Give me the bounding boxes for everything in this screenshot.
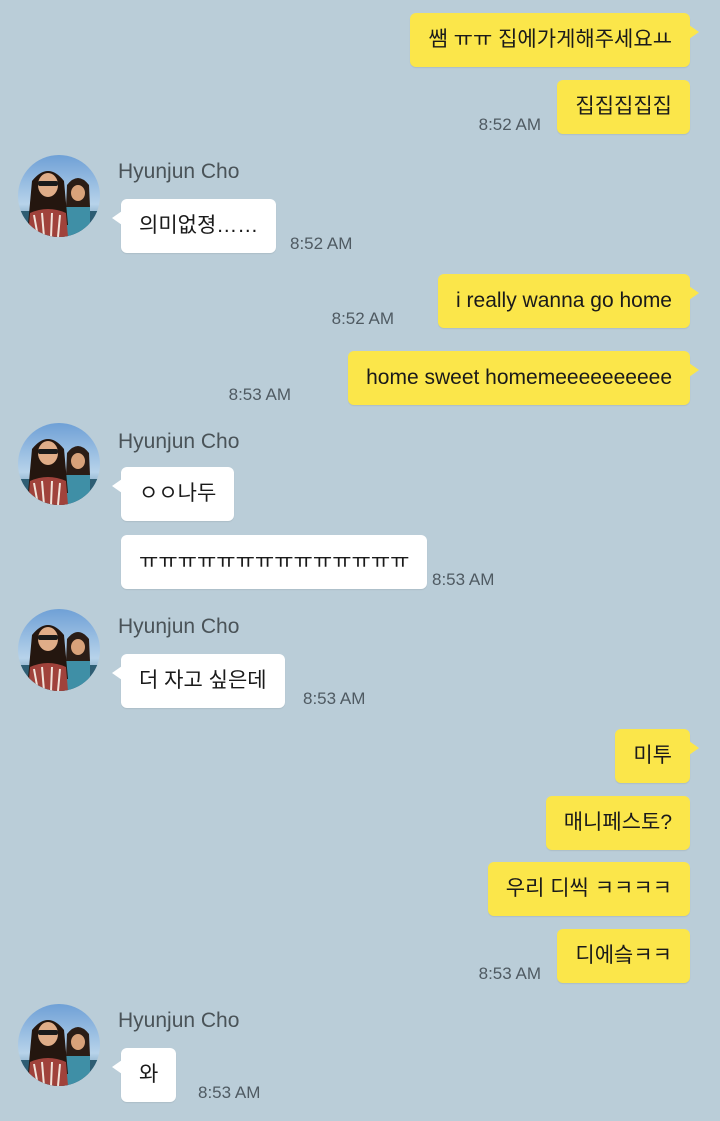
message-bubble-received[interactable]: ㅇㅇ나두	[111, 467, 235, 521]
message-bubble-sent[interactable]: 쌤 ㅠㅠ 집에가게해주세요ㅛ	[410, 13, 699, 67]
message-bubble-sent[interactable]: 미투	[615, 729, 699, 783]
message-timestamp: 8:53 AM	[198, 1083, 261, 1102]
message-timestamp: 8:53 AM	[228, 385, 291, 404]
profile-photo-icon	[18, 155, 100, 237]
message-bubble-sent[interactable]: i really wanna go home	[438, 274, 699, 328]
message-timestamp: 8:52 AM	[290, 234, 353, 253]
sender-name: Hyunjun Cho	[118, 1009, 240, 1032]
profile-photo-icon	[18, 1004, 100, 1086]
contact-avatar[interactable]	[18, 423, 100, 505]
message-bubble-sent[interactable]: 우리 디씩 ㅋㅋㅋㅋ	[487, 862, 690, 916]
message-timestamp: 8:52 AM	[478, 115, 541, 134]
contact-avatar[interactable]	[18, 155, 100, 237]
message-bubble-received[interactable]: 와	[111, 1048, 177, 1102]
message-bubble-received[interactable]: ㅠㅠㅠㅠㅠㅠㅠㅠㅠㅠㅠㅠㅠㅠ	[121, 535, 428, 589]
message-bubble-sent[interactable]: home sweet homemeeeeeeeeee	[348, 351, 699, 405]
message-timestamp: 8:53 AM	[432, 570, 495, 589]
sender-name: Hyunjun Cho	[118, 160, 240, 183]
contact-avatar[interactable]	[18, 1004, 100, 1086]
sender-name: Hyunjun Cho	[118, 615, 240, 638]
profile-photo-icon	[18, 609, 100, 691]
profile-photo-icon	[18, 423, 100, 505]
message-timestamp: 8:53 AM	[303, 689, 366, 708]
message-bubble-sent[interactable]: 디에슼ㅋㅋ	[557, 929, 690, 983]
sender-name: Hyunjun Cho	[118, 430, 240, 453]
contact-avatar[interactable]	[18, 609, 100, 691]
message-timestamp: 8:53 AM	[478, 964, 541, 983]
message-bubble-sent[interactable]: 집집집집집	[557, 80, 690, 134]
message-bubble-sent[interactable]: 매니페스토?	[545, 796, 690, 850]
message-bubble-received[interactable]: 의미없졍……	[111, 199, 277, 253]
message-bubble-received[interactable]: 더 자고 싶은데	[112, 654, 285, 708]
message-timestamp: 8:52 AM	[331, 309, 394, 328]
